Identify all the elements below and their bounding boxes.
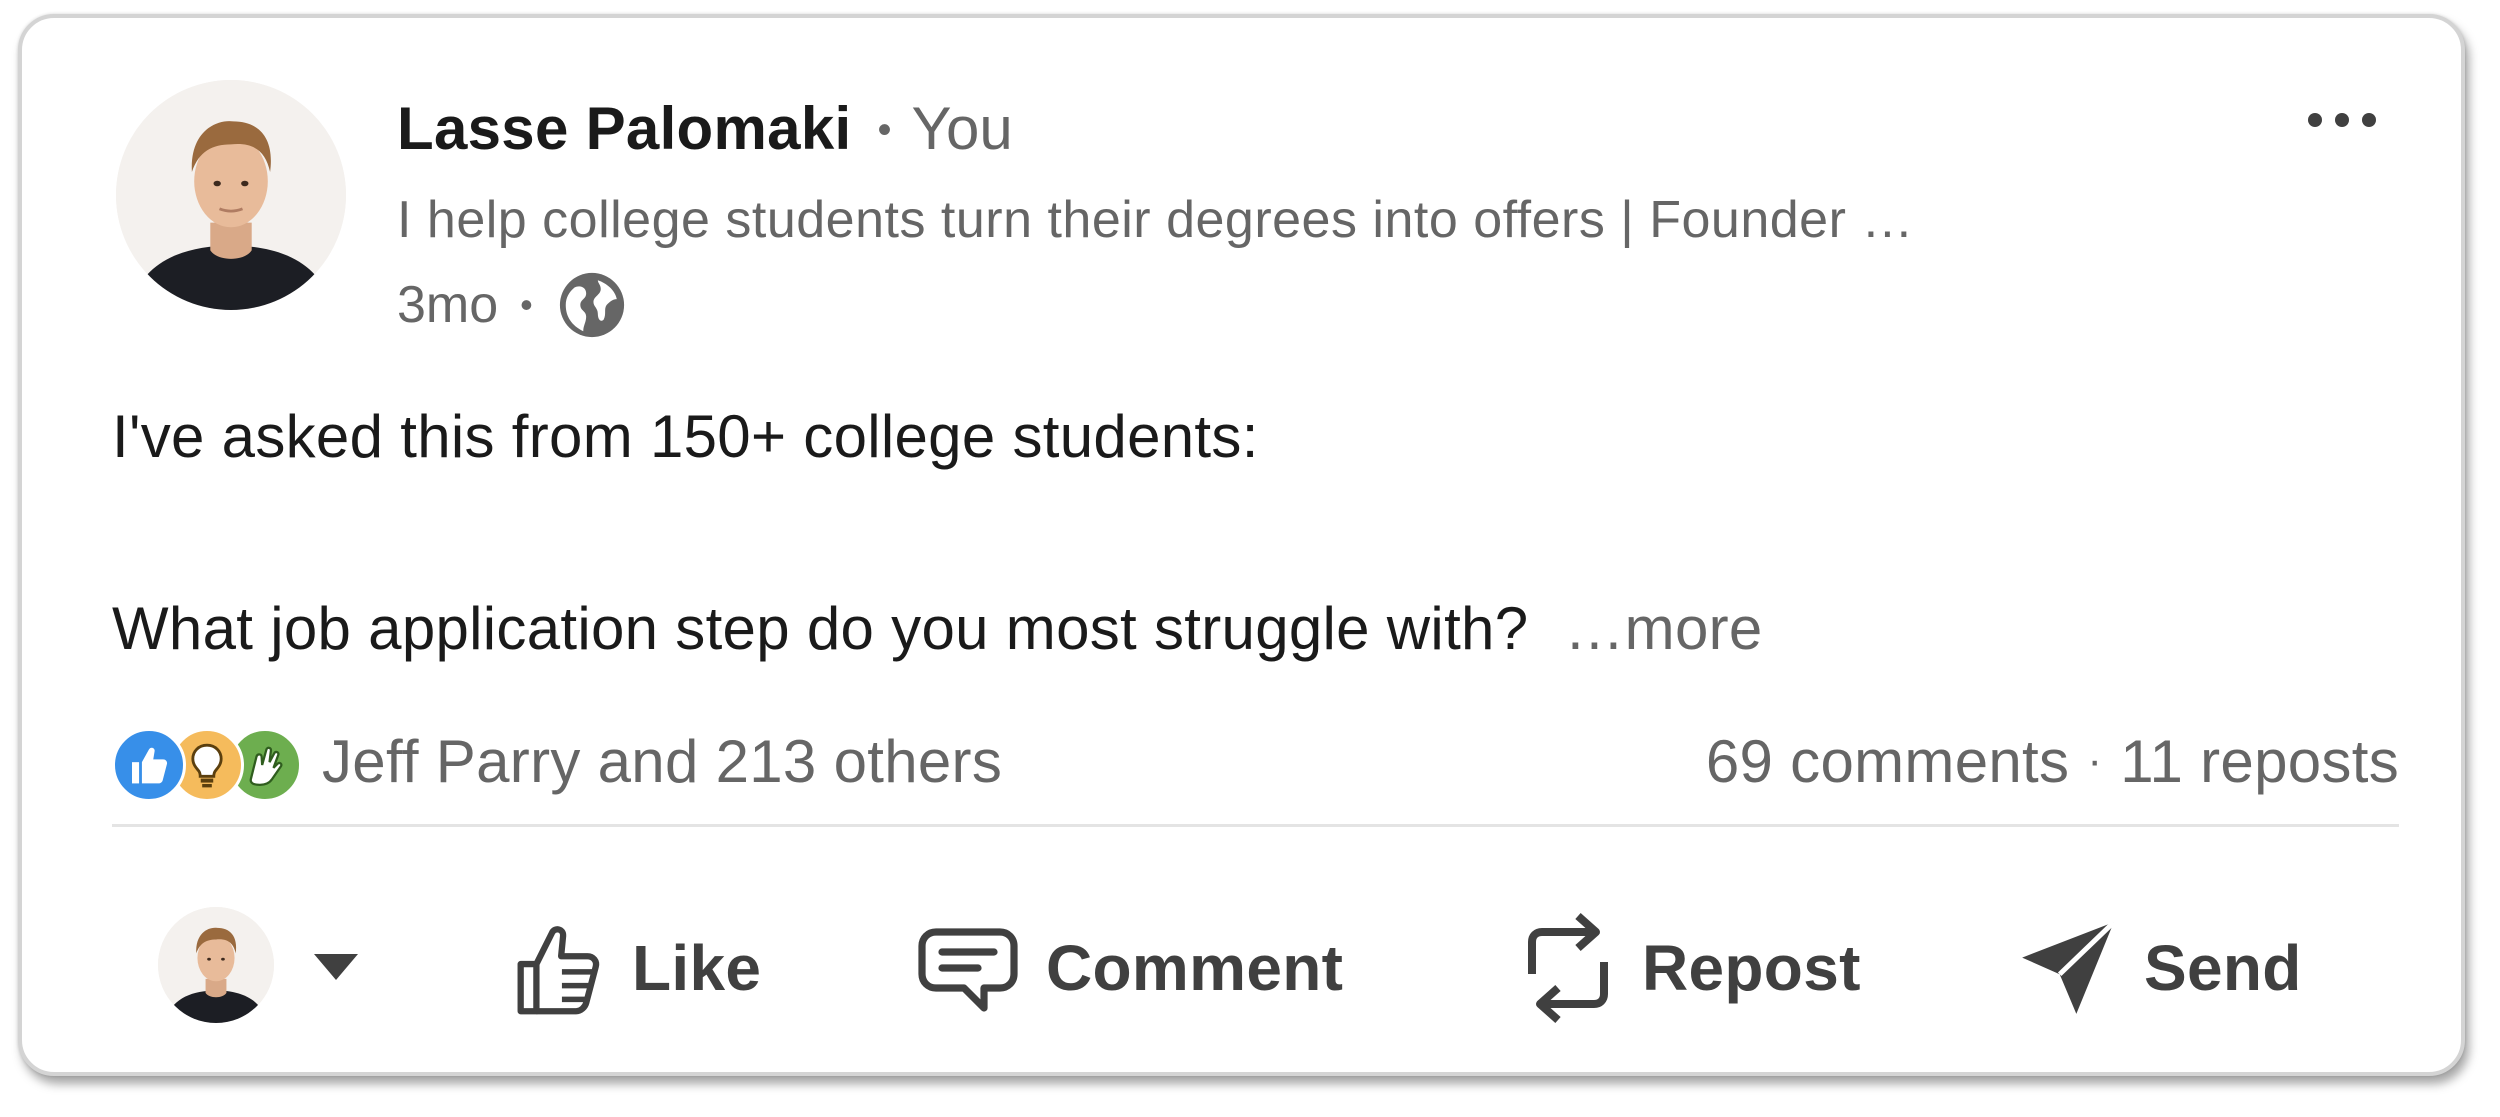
reactions-count-text[interactable]: Jeff Parry and 213 others	[322, 727, 1002, 796]
repost-icon	[1528, 913, 1608, 1023]
post-meta: 3mo •	[397, 270, 627, 340]
social-counts: 69 comments · 11 reposts	[1706, 724, 2399, 798]
repost-button[interactable]: Repost	[1520, 908, 1861, 1028]
author-name-line: Lasse Palomaki • You	[397, 94, 1013, 174]
post-text-line-2: What job application step do you most st…	[112, 594, 1763, 663]
actor-switch-button[interactable]	[312, 952, 360, 982]
person-photo-icon	[116, 80, 346, 310]
author-avatar[interactable]	[116, 80, 346, 310]
post-card: Lasse Palomaki • You I help college stud…	[18, 14, 2465, 1076]
like-label: Like	[632, 932, 762, 1004]
like-button[interactable]: Like	[510, 908, 761, 1028]
post-text-line: I've asked this from 150+ college studen…	[112, 403, 1259, 470]
divider	[112, 824, 2399, 827]
comment-button[interactable]: Comment	[916, 908, 1343, 1028]
reaction-icons	[112, 724, 304, 802]
send-button[interactable]: Send	[2018, 908, 2302, 1028]
more-options-button[interactable]	[2297, 100, 2387, 140]
send-icon	[2022, 920, 2116, 1014]
comment-label: Comment	[1046, 932, 1344, 1004]
post-time: 3mo	[397, 276, 499, 334]
send-label: Send	[2144, 932, 2302, 1004]
globe-icon	[559, 272, 624, 338]
author-name[interactable]: Lasse Palomaki	[397, 94, 851, 163]
caret-down-icon	[314, 954, 358, 980]
person-photo-icon	[158, 907, 274, 1023]
more-horizontal-icon	[2308, 113, 2376, 127]
like-reaction-icon	[112, 728, 186, 802]
repost-label: Repost	[1642, 932, 1861, 1004]
post-text: What job application step do you most st…	[112, 595, 1529, 662]
author-headline: I help college students turn their degre…	[397, 191, 1914, 249]
separator-dot: •	[877, 108, 892, 152]
relation-label: You	[911, 95, 1013, 162]
comments-count[interactable]: 69 comments	[1706, 727, 2069, 796]
thumbs-up-icon	[517, 926, 600, 1015]
comment-icon	[918, 928, 1018, 1012]
see-more-link[interactable]: …more	[1564, 595, 1762, 662]
reposts-count[interactable]: 11 reposts	[2120, 727, 2399, 796]
reactions-summary[interactable]: Jeff Parry and 213 others	[112, 724, 1002, 802]
separator-dot: ·	[2087, 736, 2103, 785]
separator-dot: •	[520, 284, 533, 325]
actor-avatar[interactable]	[158, 907, 274, 1023]
